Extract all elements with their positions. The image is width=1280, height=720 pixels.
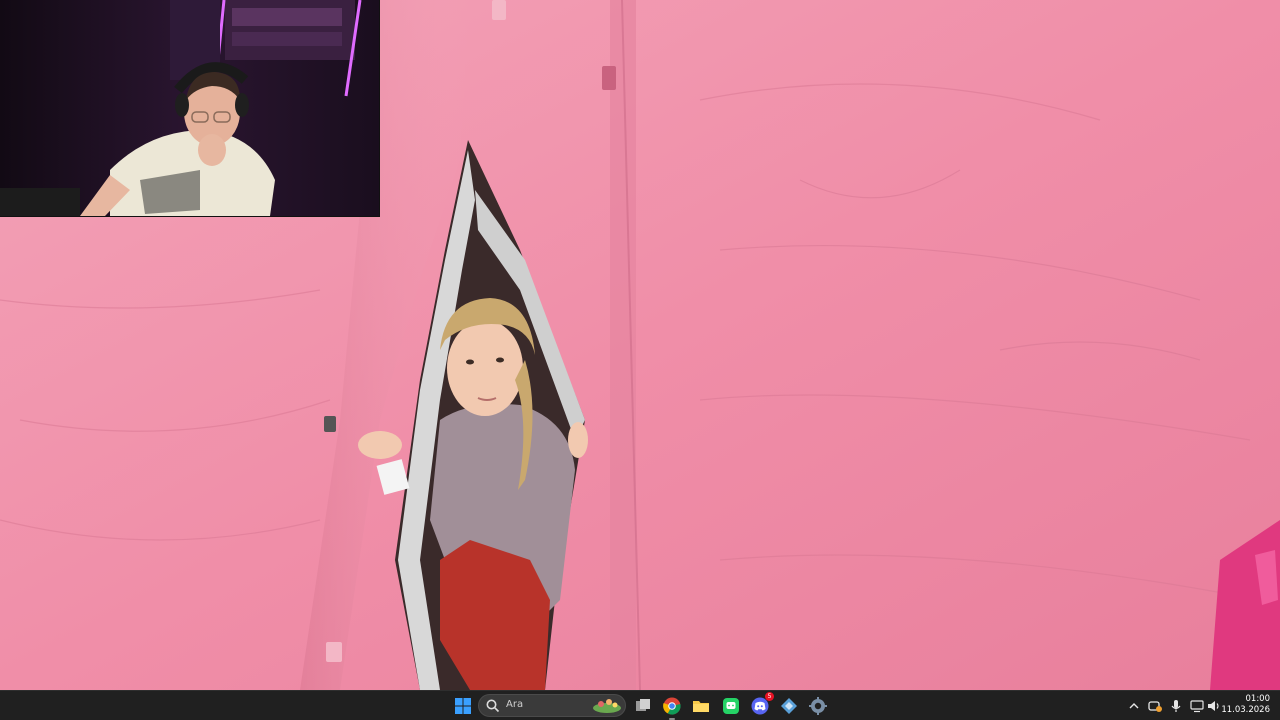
microphone-icon[interactable]: [1168, 698, 1184, 714]
windows-start-icon[interactable]: [452, 695, 474, 717]
search-highlight-icon: [593, 699, 621, 713]
taskbar: Ara 5 01:00 11.03.2026: [0, 690, 1280, 720]
network-icon[interactable]: [1189, 698, 1205, 714]
taskbar-search-box[interactable]: Ara: [478, 694, 626, 717]
discord-icon[interactable]: 5: [749, 692, 774, 717]
search-placeholder: Ara: [506, 699, 524, 710]
clock-time: 01:00: [1245, 694, 1271, 704]
webcam-overlay: [0, 0, 380, 217]
tray-app-icon[interactable]: [1147, 698, 1163, 714]
streamer-camera: [0, 0, 379, 216]
task-view-icon[interactable]: [632, 695, 654, 717]
file-explorer-icon[interactable]: [690, 695, 712, 717]
notification-badge: 5: [765, 692, 774, 701]
system-clock[interactable]: 01:00 11.03.2026: [1221, 694, 1270, 716]
chevron-up-icon[interactable]: [1126, 698, 1142, 714]
settings-icon[interactable]: [807, 695, 829, 717]
chat-app-icon[interactable]: [720, 695, 742, 717]
chrome-icon[interactable]: [661, 695, 683, 720]
search-icon: [486, 699, 500, 713]
app-icon[interactable]: [778, 695, 800, 717]
volume-icon[interactable]: [1206, 698, 1222, 714]
clock-date: 11.03.2026: [1221, 705, 1270, 715]
